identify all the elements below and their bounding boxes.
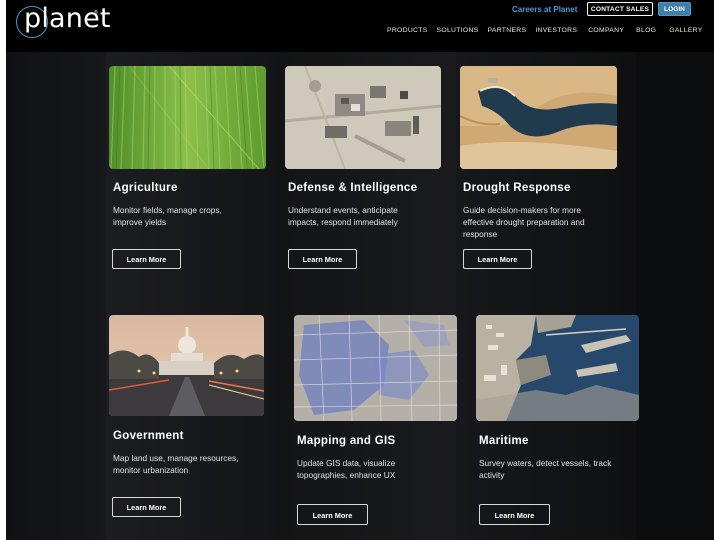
card-description-line: Guide decision-makers for more xyxy=(463,205,582,215)
drought-response-image[interactable] xyxy=(460,66,617,169)
site-header: planet ® Careers at Planet CONTACT SALES… xyxy=(6,0,714,52)
mapping-gis-image[interactable] xyxy=(294,315,457,421)
learn-more-button[interactable]: Learn More xyxy=(112,497,181,517)
card-description-line: topographies, enhance UX xyxy=(297,470,396,480)
card-description: Update GIS data, visualize topographies,… xyxy=(297,457,457,481)
card-description-line: Map land use, manage resources, xyxy=(113,453,239,463)
maritime-image[interactable] xyxy=(476,315,639,421)
card-title: Government xyxy=(113,430,184,442)
learn-more-button[interactable]: Learn More xyxy=(288,249,357,269)
card-title: Maritime xyxy=(479,435,529,447)
card-description-line: impacts, respond immediately xyxy=(288,217,398,227)
learn-more-button[interactable]: Learn More xyxy=(297,504,368,525)
nav-blog[interactable]: BLOG xyxy=(636,27,656,34)
planet-logo[interactable]: planet ® xyxy=(16,3,111,44)
careers-link[interactable]: Careers at Planet xyxy=(512,5,577,14)
defense-intelligence-image[interactable] xyxy=(285,66,441,169)
nav-investors[interactable]: INVESTORS xyxy=(535,27,577,34)
logo-text: planet xyxy=(24,3,111,34)
card-description-line: improve yields xyxy=(113,217,167,227)
card-title: Defense & Intelligence xyxy=(288,182,418,194)
learn-more-button[interactable]: Learn More xyxy=(112,249,181,269)
card-description: Guide decision-makers for more effective… xyxy=(463,204,623,240)
card-description: Map land use, manage resources, monitor … xyxy=(113,452,268,476)
card-description-line: response xyxy=(463,229,498,239)
login-button[interactable]: LOGIN xyxy=(658,2,691,16)
page: planet ® Careers at Planet CONTACT SALES… xyxy=(6,0,714,540)
card-description: Survey waters, detect vessels, track act… xyxy=(479,457,649,481)
card-title: Agriculture xyxy=(113,182,178,194)
card-description: Understand events, anticipate impacts, r… xyxy=(288,204,443,228)
card-title: Mapping and GIS xyxy=(297,435,396,447)
nav-products[interactable]: PRODUCTS xyxy=(387,27,428,34)
card-description-line: monitor urbanization xyxy=(113,465,189,475)
card-description-line: activity xyxy=(479,470,505,480)
nav-company[interactable]: COMPANY xyxy=(588,27,624,34)
government-image[interactable] xyxy=(109,315,264,416)
card-description: Monitor fields, manage crops, improve yi… xyxy=(113,204,263,228)
card-description-line: Monitor fields, manage crops, xyxy=(113,205,222,215)
agriculture-image[interactable] xyxy=(109,66,266,169)
nav-solutions[interactable]: SOLUTIONS xyxy=(437,27,479,34)
trademark-mark: ® xyxy=(94,10,98,16)
main-nav: PRODUCTS SOLUTIONS PARTNERS INVESTORS CO… xyxy=(387,27,703,34)
contact-sales-button[interactable]: CONTACT SALES xyxy=(587,2,653,16)
card-description-line: Survey waters, detect vessels, track xyxy=(479,458,612,468)
nav-partners[interactable]: PARTNERS xyxy=(488,27,527,34)
learn-more-button[interactable]: Learn More xyxy=(479,504,550,525)
card-description-line: effective drought preparation and xyxy=(463,217,585,227)
card-description-line: Update GIS data, visualize xyxy=(297,458,396,468)
card-description-line: Understand events, anticipate xyxy=(288,205,398,215)
nav-gallery[interactable]: GALLERY xyxy=(669,27,702,34)
card-title: Drought Response xyxy=(463,182,571,194)
background-column xyxy=(6,52,106,540)
learn-more-button[interactable]: Learn More xyxy=(463,249,532,269)
